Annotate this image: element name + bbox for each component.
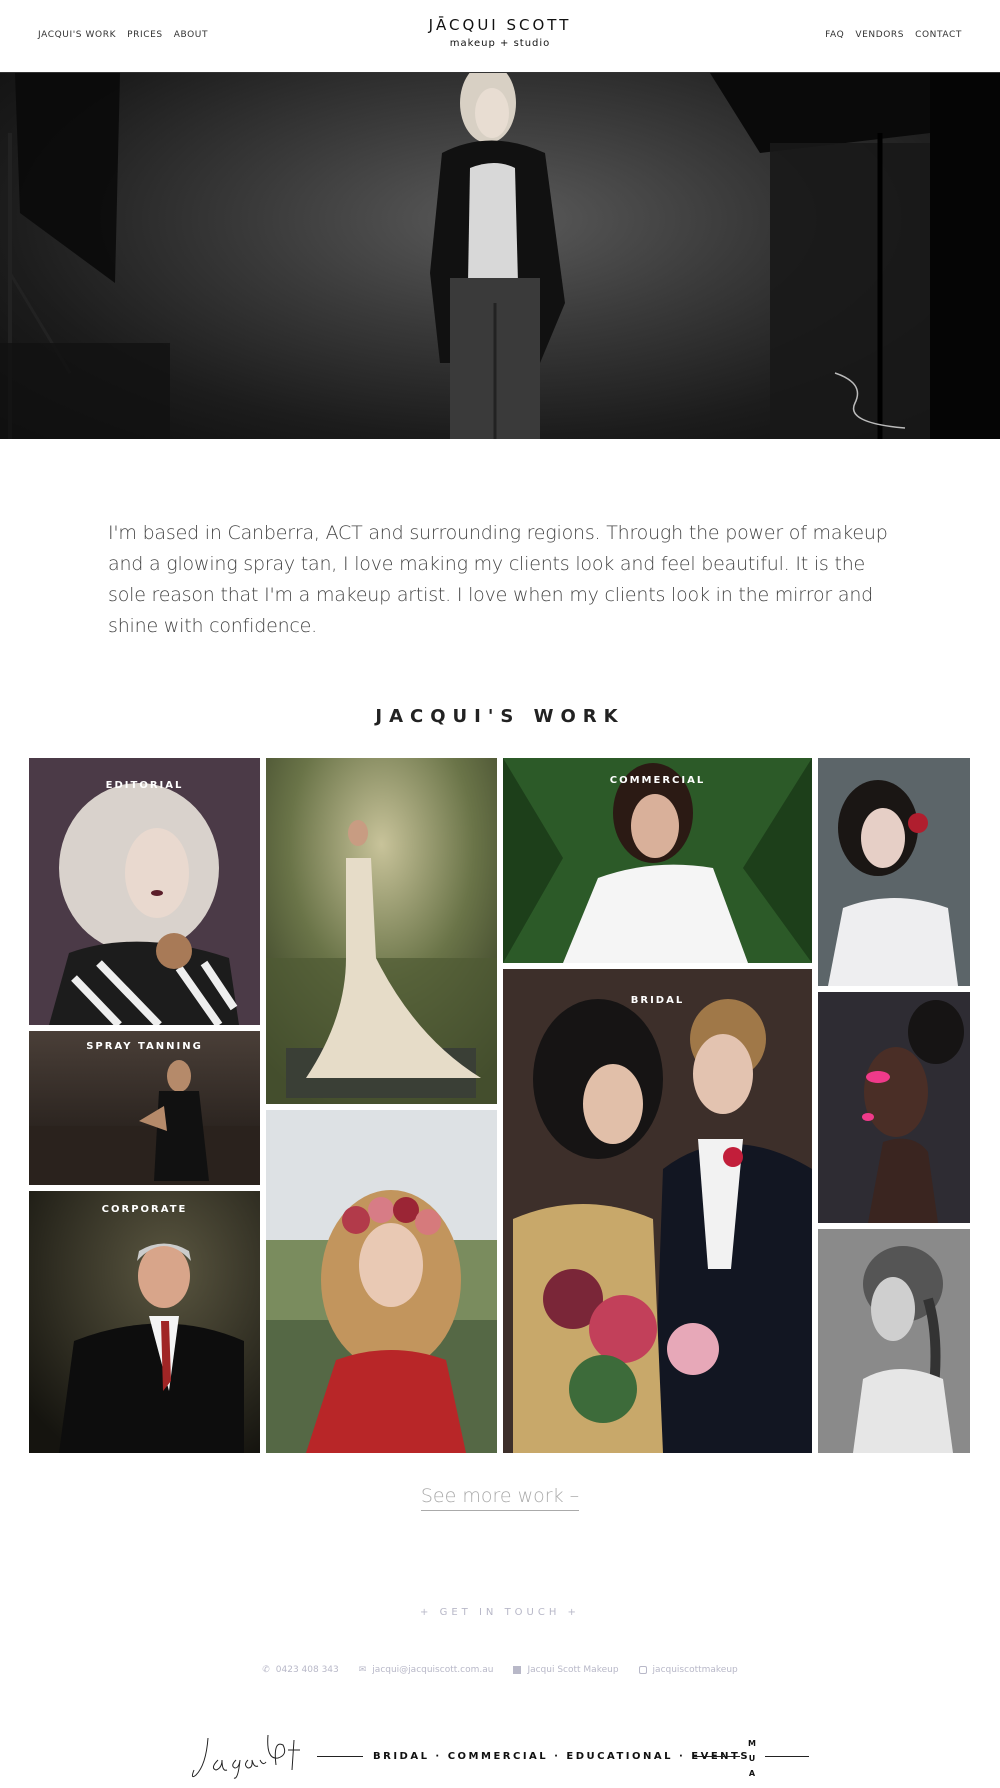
- facebook-icon: [513, 1666, 522, 1674]
- footer-mua: M U A: [748, 1736, 756, 1781]
- mua-letter-m: M: [748, 1739, 756, 1748]
- flower-crown-photo: [266, 1110, 497, 1453]
- hero-photo: [0, 73, 1000, 439]
- nav-vendors[interactable]: VENDORS: [855, 30, 904, 40]
- braided-hair-photo: [818, 1229, 970, 1453]
- spray-tanning-photo: [29, 1031, 260, 1185]
- tile-bridal-gown[interactable]: [266, 758, 497, 1104]
- see-more-work: See more work –: [0, 1485, 1000, 1511]
- contact-phone[interactable]: ✆ 0423 408 343: [262, 1665, 339, 1675]
- intro-paragraph: I'm based in Canberra, ACT and surroundi…: [108, 522, 888, 637]
- site-header: JACQUI'S WORK PRICES ABOUT JĀCQUI SCOTT …: [0, 0, 1000, 73]
- contact-facebook[interactable]: Jacqui Scott Makeup: [513, 1665, 619, 1675]
- contact-phone-text: 0423 408 343: [275, 1665, 339, 1675]
- nav-faq[interactable]: FAQ: [825, 30, 844, 40]
- contact-email-text: jacqui@jacquiscott.com.au: [372, 1665, 494, 1675]
- tile-bridal[interactable]: BRIDAL: [503, 969, 812, 1453]
- divider-left: [317, 1756, 363, 1757]
- tile-label-editorial: EDITORIAL: [105, 780, 184, 791]
- contact-links: ✆ 0423 408 343 ✉ jacqui@jacquiscott.com.…: [0, 1665, 1000, 1675]
- work-section-title: JACQUI'S WORK: [375, 706, 625, 727]
- tile-commercial[interactable]: COMMERCIAL: [503, 758, 812, 963]
- contact-facebook-text: Jacqui Scott Makeup: [527, 1665, 619, 1675]
- instagram-icon: [638, 1666, 647, 1674]
- secondary-nav: FAQ VENDORS CONTACT: [825, 30, 962, 40]
- tile-bride-rose[interactable]: [818, 758, 970, 986]
- nav-contact[interactable]: CONTACT: [915, 30, 962, 40]
- editorial-photo: [29, 758, 260, 1025]
- contact-email[interactable]: ✉ jacqui@jacquiscott.com.au: [359, 1665, 494, 1675]
- bridal-couple-photo: [503, 969, 812, 1453]
- get-in-touch-heading: + GET IN TOUCH +: [420, 1607, 580, 1618]
- bridal-gown-photo: [266, 758, 497, 1104]
- commercial-photo: [503, 758, 812, 963]
- signature-logo: [191, 1734, 300, 1779]
- see-more-work-link[interactable]: See more work –: [420, 1485, 580, 1511]
- tile-editorial[interactable]: EDITORIAL: [29, 758, 260, 1025]
- tile-label-spray-tanning: SPRAY TANNING: [86, 1041, 203, 1052]
- tile-label-corporate: CORPORATE: [101, 1204, 188, 1215]
- phone-icon: ✆: [262, 1665, 270, 1675]
- divider-mid: [694, 1756, 740, 1757]
- tile-pink-makeup[interactable]: [818, 992, 970, 1223]
- mua-letter-u: U: [748, 1754, 756, 1763]
- tile-flower-crown[interactable]: [266, 1110, 497, 1453]
- pink-makeup-photo: [818, 992, 970, 1223]
- tile-corporate[interactable]: CORPORATE: [29, 1191, 260, 1453]
- mua-letter-a: A: [748, 1769, 756, 1778]
- corporate-photo: [29, 1191, 260, 1453]
- tile-label-bridal: BRIDAL: [630, 995, 685, 1006]
- envelope-icon: ✉: [358, 1665, 367, 1675]
- bride-rose-photo: [818, 758, 970, 986]
- contact-instagram-text: jacquiscottmakeup: [652, 1665, 738, 1675]
- tile-braided-hair[interactable]: [818, 1229, 970, 1453]
- contact-instagram[interactable]: jacquiscottmakeup: [638, 1665, 738, 1675]
- tile-spray-tanning[interactable]: SPRAY TANNING: [29, 1031, 260, 1185]
- divider-right: [765, 1756, 809, 1757]
- tile-label-commercial: COMMERCIAL: [609, 775, 706, 786]
- site-footer: BRIDAL · COMMERCIAL · EDUCATIONAL · EVEN…: [0, 1730, 1000, 1788]
